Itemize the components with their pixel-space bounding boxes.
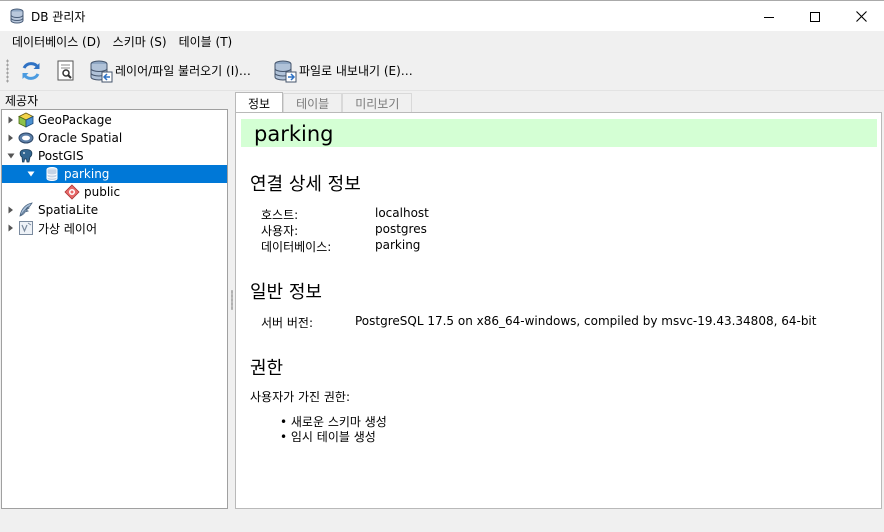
database-label: 데이터베이스: — [261, 240, 332, 254]
tree-item-geopackage[interactable]: GeoPackage — [2, 111, 227, 129]
general-info-heading: 일반 정보 — [250, 282, 322, 303]
chevron-right-icon[interactable] — [6, 219, 16, 237]
chevron-right-icon[interactable] — [6, 129, 16, 147]
privileges-heading: 권한 — [250, 358, 284, 379]
geopackage-icon — [18, 112, 34, 128]
tree-item-label: GeoPackage — [38, 113, 112, 127]
chevron-down-icon[interactable] — [6, 147, 16, 165]
db-import-icon — [90, 60, 113, 82]
info-panel: parking 연결 상세 정보 호스트: localhost 사용자: pos… — [235, 112, 882, 509]
export-file-button[interactable]: 파일로 내보내기 (E)… — [271, 57, 415, 85]
tree-item-label: 가상 레이어 — [38, 221, 98, 236]
minimize-icon — [764, 16, 774, 18]
user-value: postgres — [375, 222, 427, 236]
tree-item-label: PostGIS — [38, 149, 84, 163]
spatialite-feather-icon — [18, 202, 34, 218]
privilege-item: • 임시 테이블 생성 — [280, 430, 376, 444]
user-label: 사용자: — [261, 224, 299, 238]
privileges-intro: 사용자가 가진 권한: — [250, 390, 350, 404]
server-version-value: PostgreSQL 17.5 on x86_64-windows, compi… — [355, 314, 817, 328]
minimize-button[interactable] — [746, 1, 792, 32]
maximize-button[interactable] — [792, 1, 838, 32]
tab-info[interactable]: 정보 — [235, 92, 284, 113]
host-label: 호스트: — [261, 208, 299, 222]
close-icon — [855, 11, 867, 22]
import-layer-label: 레이어/파일 불러오기 (I)… — [115, 64, 251, 78]
import-layer-button[interactable]: 레이어/파일 불러오기 (I)… — [87, 57, 253, 85]
tree-item-public[interactable]: public — [2, 183, 227, 201]
refresh-icon — [22, 61, 40, 80]
menu-table[interactable]: 테이블 (T) — [173, 33, 239, 50]
title-banner: parking — [241, 119, 877, 147]
chevron-down-icon[interactable] — [26, 165, 36, 183]
tree-item-label: public — [84, 185, 121, 199]
tree-item-oracle-spatial[interactable]: Oracle Spatial — [2, 129, 227, 147]
info-icon — [57, 60, 74, 80]
maximize-icon — [810, 11, 820, 22]
provider-panel-title: 제공자 — [5, 94, 39, 108]
tree-item-spatialite[interactable]: SpatiaLite — [2, 201, 227, 219]
window-title: DB 관리자 — [31, 9, 86, 24]
db-export-icon — [274, 60, 297, 82]
splitter-handle[interactable] — [231, 290, 233, 310]
tree-item-label: SpatiaLite — [38, 203, 99, 217]
tab-preview[interactable]: 미리보기 — [342, 93, 413, 113]
virtual-layer-icon — [18, 220, 34, 236]
connection-title: parking — [254, 122, 334, 146]
oracle-icon — [18, 130, 34, 146]
connection-details-heading: 연결 상세 정보 — [250, 174, 361, 195]
host-value: localhost — [375, 206, 429, 220]
tree-item-label: parking — [64, 167, 110, 181]
title-bar: DB 관리자 — [0, 0, 884, 31]
tree-item-virtual-layer[interactable]: 가상 레이어 — [2, 219, 227, 237]
refresh-button[interactable] — [17, 57, 45, 85]
toolbar-grip[interactable] — [6, 58, 9, 83]
info-button[interactable] — [53, 57, 79, 85]
menu-database[interactable]: 데이터베이스 (D) — [6, 33, 107, 50]
server-version-label: 서버 버전: — [261, 316, 314, 330]
provider-tree[interactable]: GeoPackage Oracle Spatial PostGIS parkin… — [1, 109, 228, 509]
menu-schema[interactable]: 스키마 (S) — [107, 33, 173, 50]
tree-item-label: Oracle Spatial — [38, 131, 123, 145]
tab-bar: 정보 테이블 미리보기 — [235, 92, 413, 113]
close-button[interactable] — [838, 1, 884, 32]
export-file-label: 파일로 내보내기 (E)… — [298, 64, 413, 78]
status-bar — [0, 511, 884, 532]
tab-tables[interactable]: 테이블 — [283, 93, 343, 113]
tree-item-parking[interactable]: parking — [2, 165, 227, 183]
database-value: parking — [375, 238, 421, 252]
menu-bar: 데이터베이스 (D) 스키마 (S) 테이블 (T) — [0, 31, 884, 51]
schema-icon — [64, 184, 80, 200]
toolbar: 레이어/파일 불러오기 (I)… 파일로 내보내기 (E)… — [0, 51, 884, 91]
database-icon — [44, 166, 60, 182]
tree-item-postgis[interactable]: PostGIS — [2, 147, 227, 165]
chevron-right-icon[interactable] — [6, 201, 16, 219]
chevron-right-icon[interactable] — [6, 111, 16, 129]
database-app-icon — [9, 8, 25, 24]
postgis-elephant-icon — [18, 148, 34, 164]
